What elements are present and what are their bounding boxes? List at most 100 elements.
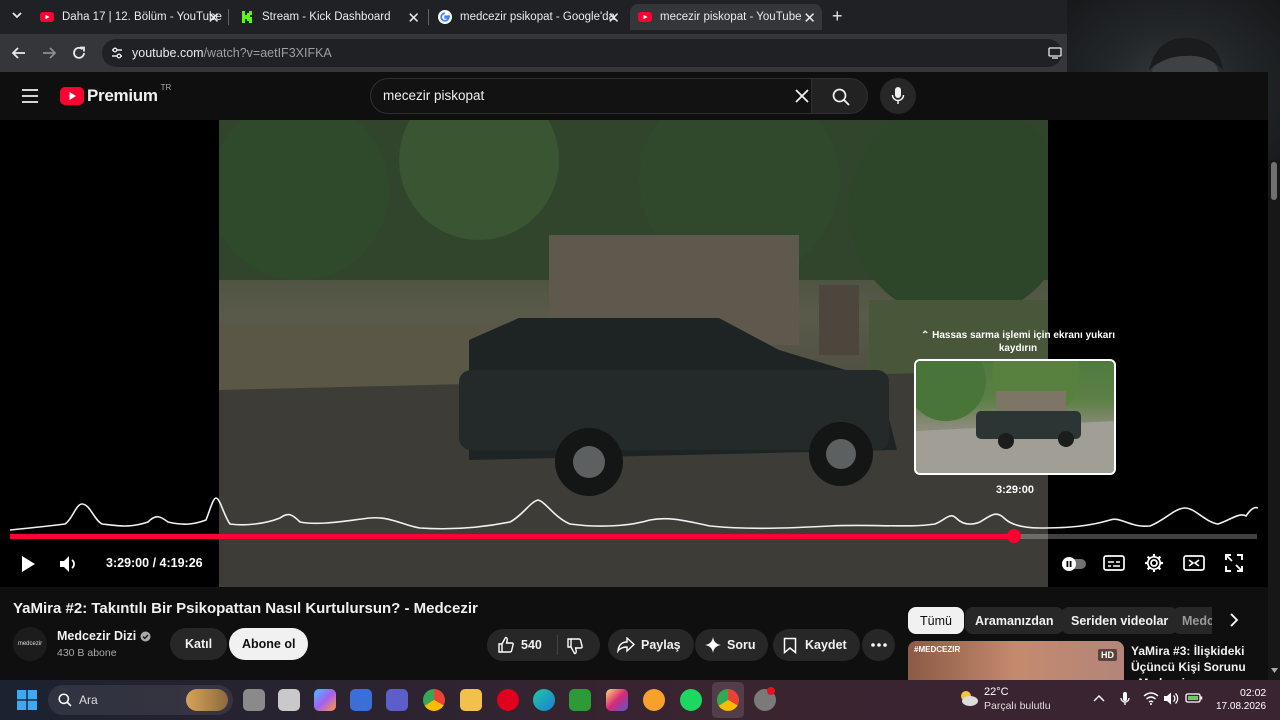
progress-played <box>10 534 1014 539</box>
browser-tab[interactable]: Stream - Kick Dashboard ✕ <box>230 4 426 30</box>
taskbar-search-box[interactable]: Ara <box>48 685 233 715</box>
time-display: 3:29:00 / 4:19:26 <box>106 556 203 570</box>
url-host: youtube.com <box>132 46 204 60</box>
dislike-thumb-icon[interactable] <box>566 637 584 655</box>
progress-bar[interactable] <box>10 529 1257 543</box>
chip-channel[interactable]: Medc <box>1172 607 1212 634</box>
opera-icon[interactable] <box>497 689 519 711</box>
site-settings-icon[interactable] <box>110 46 124 60</box>
video-title: YaMira #2: Takıntılı Bir Psikopattan Nas… <box>13 600 478 617</box>
autoplay-toggle-icon[interactable] <box>1060 556 1088 572</box>
windows-start-icon[interactable] <box>17 690 37 710</box>
close-tab-icon[interactable]: ✕ <box>207 9 220 27</box>
search-button[interactable] <box>812 78 868 114</box>
browser-tab[interactable]: Daha 17 | 12. Bölüm - YouTube ✕ <box>32 4 226 30</box>
ask-button[interactable]: Soru <box>695 629 769 661</box>
subtitles-icon[interactable] <box>1103 554 1125 572</box>
share-label: Paylaş <box>641 638 681 652</box>
new-tab-button[interactable]: + <box>832 6 843 27</box>
tray-microphone-icon[interactable] <box>1120 691 1130 707</box>
edge-icon[interactable] <box>533 689 555 711</box>
scrollbar-thumb[interactable] <box>1271 162 1277 200</box>
search-input[interactable]: mecezir piskopat <box>370 78 812 114</box>
chip-from-series[interactable]: Seriden videolar <box>1061 607 1179 634</box>
fullscreen-icon[interactable] <box>1225 554 1243 572</box>
verified-badge-icon <box>140 631 151 642</box>
save-label: Kaydet <box>805 638 847 652</box>
share-arrow-icon <box>617 637 635 653</box>
kick-favicon-icon <box>240 10 254 24</box>
browser-tab-active[interactable]: mecezir piskopat - YouTube ✕ <box>630 4 822 30</box>
install-app-icon[interactable] <box>1048 46 1062 60</box>
like-divider <box>557 635 558 655</box>
progress-scrubber-handle[interactable] <box>1006 529 1021 543</box>
instagram-icon[interactable] <box>606 689 628 711</box>
task-view-icon[interactable] <box>243 689 265 711</box>
channel-avatar[interactable]: medcezir <box>13 627 47 661</box>
file-explorer-icon[interactable] <box>460 689 482 711</box>
taskbar-search-placeholder: Ara <box>79 693 98 707</box>
clock-time: 02:02 <box>1240 687 1267 699</box>
microsoft-store-icon[interactable] <box>350 689 372 711</box>
next-video-thumbnail[interactable]: #MEDCEZIR HD <box>908 641 1124 680</box>
save-button[interactable]: Kaydet <box>773 629 860 661</box>
youtube-logo[interactable]: Premium TR <box>60 83 171 106</box>
close-tab-icon[interactable]: ✕ <box>607 9 620 27</box>
more-actions-button[interactable] <box>862 629 895 661</box>
search-query: mecezir piskopat <box>383 88 485 103</box>
tab-divider <box>228 9 229 25</box>
menu-hamburger-icon[interactable] <box>21 88 39 104</box>
voice-search-button[interactable] <box>880 78 916 114</box>
subscribe-button[interactable]: Abone ol <box>229 628 309 660</box>
speaker-icon[interactable] <box>1163 691 1180 706</box>
chip-from-search[interactable]: Aramanızdan <box>965 607 1064 634</box>
youtube-favicon-icon <box>40 10 54 24</box>
teams-icon[interactable] <box>386 689 408 711</box>
close-tab-icon[interactable]: ✕ <box>803 9 816 27</box>
channel-name[interactable]: Medcezir Dizi <box>57 629 136 643</box>
most-replayed-graph <box>10 497 1258 531</box>
taskbar-search-icon <box>58 693 72 707</box>
browser-toolbar: youtube.com/watch?v=aetIF3XIFKA <box>0 34 1068 72</box>
chrome-active-icon[interactable] <box>717 689 739 711</box>
next-video-title[interactable]: YaMira #3: İlişkideki Üçüncü Kişi Sorunu… <box>1131 643 1251 681</box>
seek-preview-thumbnail <box>914 359 1116 475</box>
chrome-icon[interactable] <box>423 689 445 711</box>
url-text: youtube.com/watch?v=aetIF3XIFKA <box>132 46 332 60</box>
volume-icon[interactable] <box>58 554 80 574</box>
address-bar[interactable]: youtube.com/watch?v=aetIF3XIFKA <box>102 39 1062 67</box>
xbox-icon[interactable] <box>569 689 591 711</box>
widgets-app-icon[interactable] <box>278 689 300 711</box>
browser-tab[interactable]: medcezir psikopat - Google'da ✕ <box>430 4 626 30</box>
chip-all[interactable]: Tümü <box>908 607 964 634</box>
spotify-icon[interactable] <box>680 689 702 711</box>
time-separator: / <box>149 556 160 570</box>
brave-icon[interactable] <box>643 689 665 711</box>
url-path: /watch?v=aetIF3XIFKA <box>203 46 332 60</box>
video-player[interactable]: ⌃ Hassas sarma işlemi için ekranı yukarı… <box>0 120 1268 587</box>
wifi-icon[interactable] <box>1143 692 1159 705</box>
chips-next-chevron-icon[interactable] <box>1228 613 1240 627</box>
share-button[interactable]: Paylaş <box>608 629 694 661</box>
clear-search-icon[interactable] <box>795 89 809 103</box>
weather-partly-cloudy-icon <box>957 688 979 708</box>
forward-arrow-icon[interactable] <box>41 45 57 61</box>
settings-gear-icon[interactable] <box>1144 553 1164 573</box>
hd-badge: HD <box>1098 649 1117 661</box>
back-arrow-icon[interactable] <box>11 45 27 61</box>
theater-mode-icon[interactable] <box>1183 554 1205 572</box>
page-scrollbar[interactable] <box>1268 160 1280 680</box>
battery-icon[interactable] <box>1185 692 1203 704</box>
like-thumb-icon[interactable] <box>497 636 515 654</box>
scroll-down-arrow-icon[interactable] <box>1271 668 1278 673</box>
reload-icon[interactable] <box>71 45 87 61</box>
clock-date: 17.08.2026 <box>1216 701 1267 712</box>
tab-list-chevron-icon[interactable] <box>10 8 24 22</box>
copilot-icon[interactable] <box>314 689 336 711</box>
like-dislike-group: 540 <box>487 629 600 661</box>
play-icon[interactable] <box>19 555 37 573</box>
scrub-hint-text: Hassas sarma işlemi için ekranı yukarı k… <box>932 330 1116 354</box>
tray-chevron-up-icon[interactable] <box>1093 694 1105 702</box>
close-tab-icon[interactable]: ✕ <box>407 9 420 27</box>
join-button[interactable]: Katıl <box>170 628 228 660</box>
